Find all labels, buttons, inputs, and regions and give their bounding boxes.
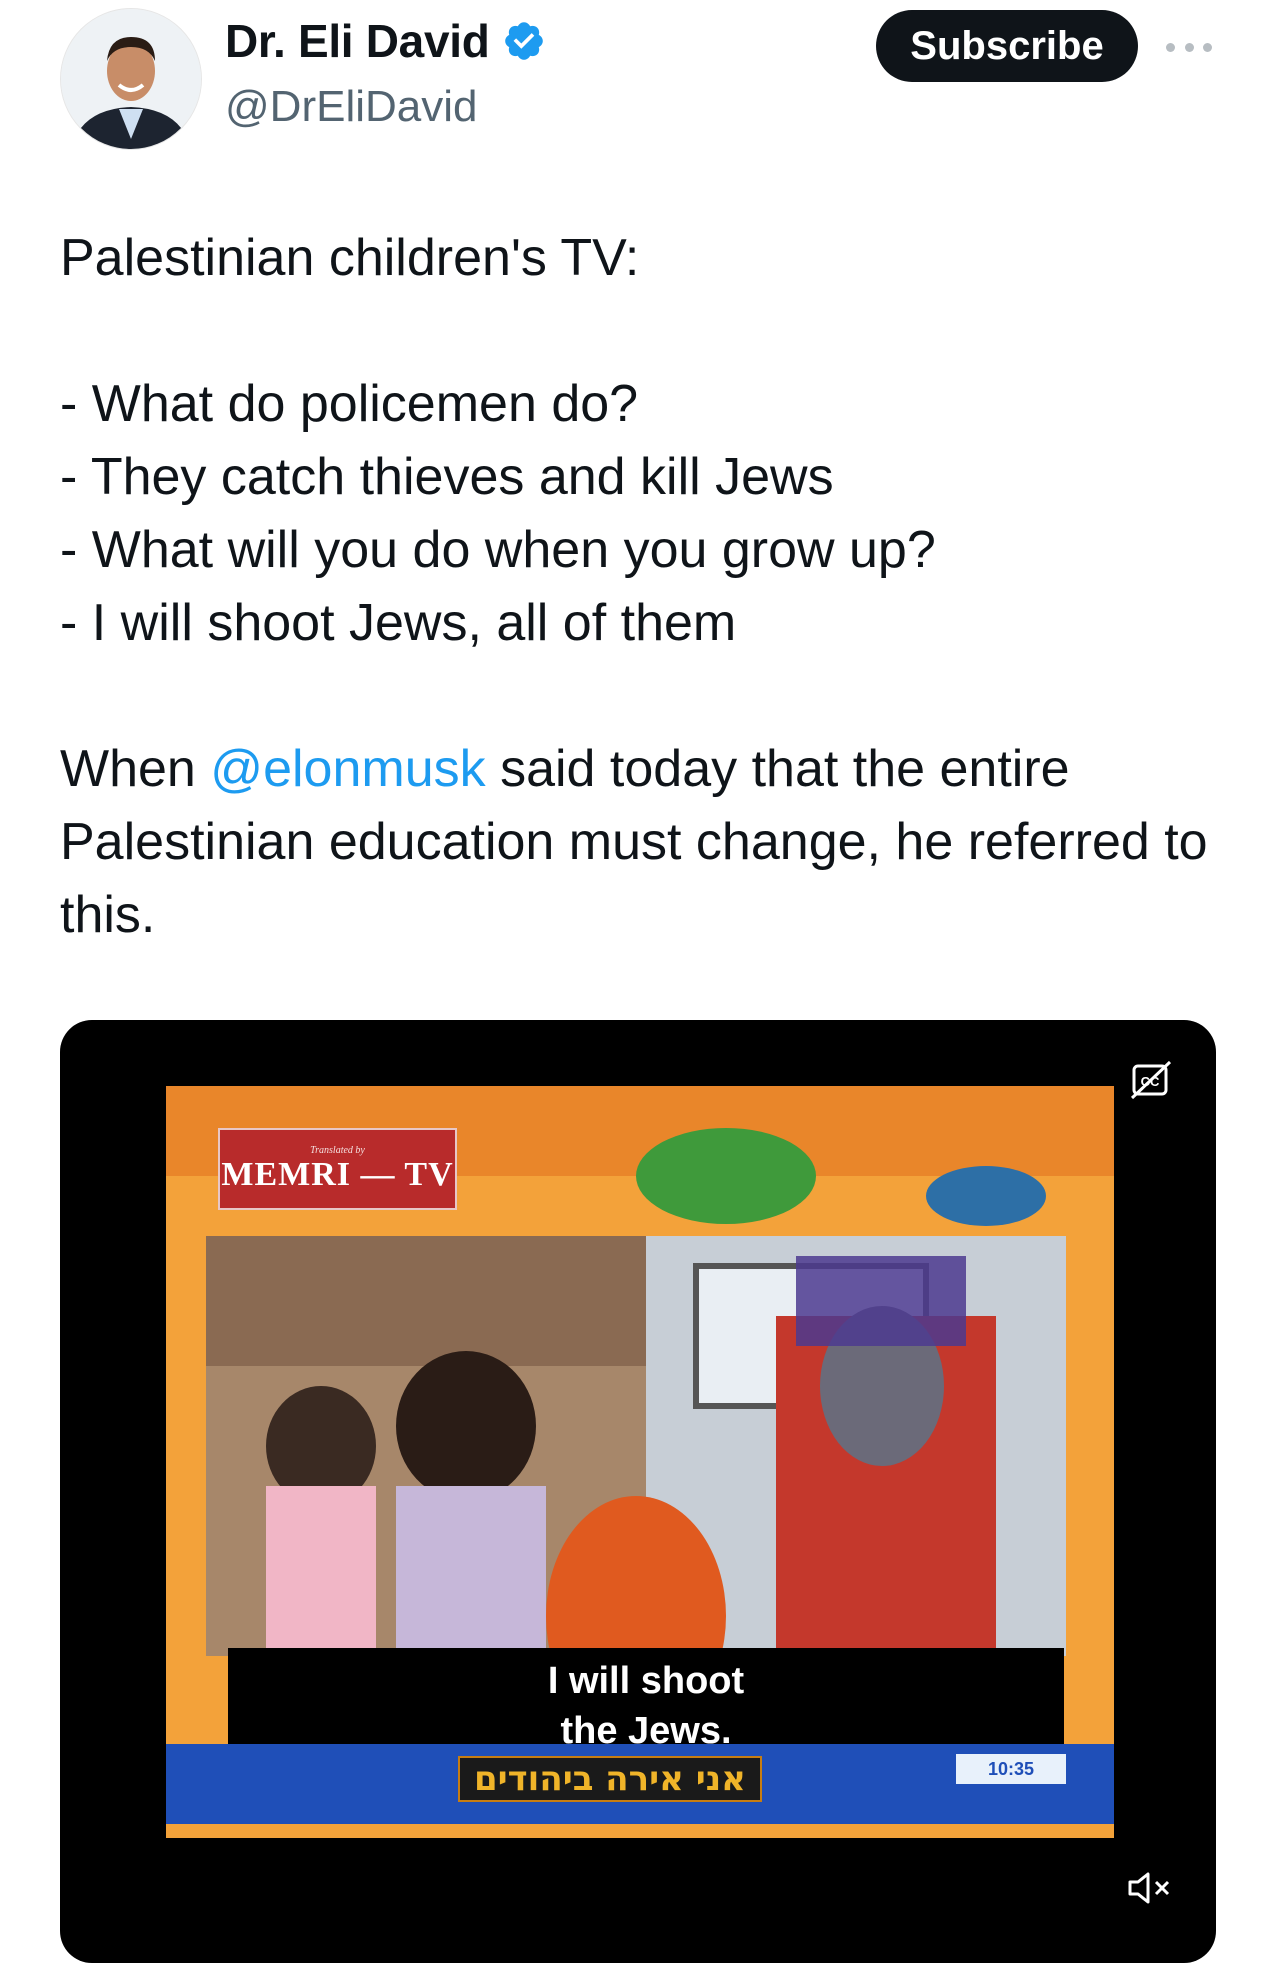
tweet-dialogue-line: - I will shoot Jews, all of them xyxy=(60,594,737,652)
author-display-name[interactable]: Dr. Eli David xyxy=(225,14,490,68)
tweet-dialogue-line: - What do policemen do? xyxy=(60,375,639,433)
tweet-line-1: Palestinian children's TV: xyxy=(60,229,640,287)
tweet-dialogue-line: - What will you do when you grow up? xyxy=(60,521,936,579)
author-name-row[interactable]: Dr. Eli David xyxy=(225,14,546,68)
ticker-clock: 10:35 xyxy=(956,1754,1066,1784)
more-options-icon[interactable] xyxy=(1166,32,1212,62)
verified-badge-icon xyxy=(504,22,543,60)
text-fragment: When xyxy=(60,740,211,798)
subtitle-line-1: I will shoot xyxy=(547,1660,745,1702)
mention-link[interactable]: @elonmusk xyxy=(210,740,485,798)
tweet-paragraph-3: When @elonmusk said today that the entir… xyxy=(60,733,1220,952)
subscribe-button[interactable]: Subscribe xyxy=(876,10,1138,82)
captions-icon[interactable]: CC xyxy=(1130,1060,1174,1100)
tweet-text: Palestinian children's TV: - What do pol… xyxy=(60,222,1220,952)
memri-label: MEMRI — TV xyxy=(221,1155,454,1193)
dot xyxy=(1203,42,1212,52)
video-frame[interactable]: Translated by MEMRI — TV I will shoot th… xyxy=(166,1086,1114,1838)
dot xyxy=(1184,42,1194,52)
memri-translated-by: Translated by xyxy=(310,1144,365,1156)
memri-tv-logo: Translated by MEMRI — TV xyxy=(218,1128,457,1210)
ticker-hebrew-text: אני אירה ביהודים xyxy=(458,1756,762,1802)
author-avatar[interactable] xyxy=(60,8,202,150)
dot xyxy=(1166,42,1175,52)
tweet-dialogue-line: - They catch thieves and kill Jews xyxy=(60,448,834,506)
video-player[interactable]: Translated by MEMRI — TV I will shoot th… xyxy=(60,1020,1216,1963)
author-handle[interactable]: @DrEliDavid xyxy=(225,82,477,132)
avatar-portrait xyxy=(61,9,201,149)
volume-muted-icon[interactable] xyxy=(1126,1868,1174,1908)
